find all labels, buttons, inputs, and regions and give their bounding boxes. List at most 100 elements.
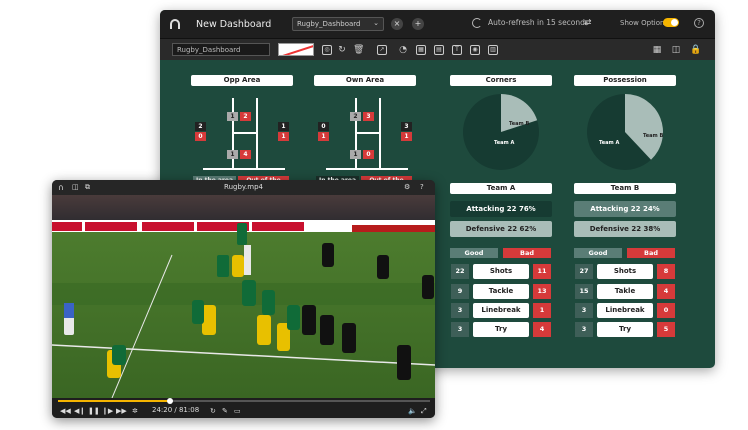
team-b-linebreak-button[interactable]: Linebreak [597, 303, 653, 318]
opp-right-good-count: 1 [278, 122, 289, 131]
video-progress-knob[interactable] [166, 398, 173, 404]
team-a-good-header: Good [450, 248, 498, 258]
team-b-try-bad: 5 [657, 322, 675, 337]
loop-icon[interactable]: ↻ [210, 407, 216, 415]
team-b-tackle-bad: 4 [657, 284, 675, 299]
image-icon[interactable]: ▦ [416, 45, 426, 55]
possession-pie-chart: Team A Team B [587, 94, 663, 170]
refresh-tool-icon[interactable]: ↻ [337, 45, 347, 55]
team-a-linebreak-bad: 1 [533, 303, 551, 318]
team-b-shots-button[interactable]: Shots [597, 264, 653, 279]
team-a-linebreak-button[interactable]: Linebreak [473, 303, 529, 318]
team-b-tackle-button[interactable]: Takle [597, 284, 653, 299]
dashboard-toolbar: Rugby_Dashboard ◎ ↻ 🗑 ↗ ◔ ▦ ▤ T ◉ ▥ ▦ ◫ … [160, 38, 715, 60]
app-logo-icon [170, 19, 180, 29]
team-b-title: Team B [574, 183, 676, 194]
layout-icon[interactable]: ◫ [671, 45, 681, 55]
dashboard-select[interactable]: Rugby_Dashboard ⌄ [292, 17, 384, 31]
share-icon[interactable]: ⇄ [584, 18, 592, 28]
color-picker[interactable] [278, 43, 314, 56]
chevron-down-icon: ⌄ [373, 19, 379, 27]
possession-title: Possession [574, 75, 676, 86]
record-icon[interactable]: ◉ [470, 45, 480, 55]
skip-back-icon[interactable]: ◀◀ [60, 407, 71, 415]
team-a-linebreak-good: 3 [451, 303, 469, 318]
team-a-shots-good: 22 [451, 264, 469, 279]
team-a-defensive: Defensive 22 62% [450, 221, 552, 237]
video-settings-icon[interactable]: ⚙ [404, 183, 410, 191]
auto-refresh-status[interactable]: Auto-refresh in 15 seconds [472, 18, 589, 28]
own-top-left-count: 2 [350, 112, 361, 121]
team-b-linebreak-bad: 0 [657, 303, 675, 318]
team-a-tackle-bad: 13 [533, 284, 551, 299]
caption-icon[interactable]: ▭ [234, 407, 241, 415]
opp-area-title: Opp Area [191, 75, 293, 86]
own-right-bad-count: 1 [401, 132, 412, 141]
fullscreen-icon[interactable]: ⤢ [421, 407, 427, 416]
dashboard-select-value: Rugby_Dashboard [297, 20, 361, 28]
team-b-try-good: 3 [575, 322, 593, 337]
draw-icon[interactable]: ✎ [222, 407, 228, 415]
corners-team-a-label: Team A [494, 140, 514, 146]
goal-crossbar [355, 132, 380, 134]
own-bottom-left-count: 1 [350, 150, 361, 159]
team-a-shots-button[interactable]: Shots [473, 264, 529, 279]
show-options-toggle[interactable] [663, 18, 679, 27]
try-line [326, 168, 408, 170]
lock-icon[interactable]: 🔒 [690, 45, 701, 55]
team-b-try-button[interactable]: Try [597, 322, 653, 337]
goal-crossbar [232, 132, 257, 134]
dashboard-title: New Dashboard [196, 18, 272, 30]
opp-area-panel: 1 2 1 4 2 0 1 1 [189, 98, 295, 176]
dashboard-name-input[interactable]: Rugby_Dashboard [172, 43, 270, 56]
pause-icon[interactable]: ❚❚ [88, 407, 100, 415]
own-area-panel: 2 3 1 0 0 1 3 1 [312, 98, 418, 176]
team-b-bad-header: Bad [627, 248, 675, 258]
add-dashboard-button[interactable]: + [412, 18, 424, 30]
chart-icon[interactable]: ▤ [434, 45, 444, 55]
video-frame[interactable] [52, 195, 435, 398]
video-filename: Rugby.mp4 [224, 183, 263, 191]
opp-bottom-left-count: 1 [227, 150, 238, 159]
try-line [203, 168, 285, 170]
own-left-bad-count: 1 [318, 132, 329, 141]
team-b-defensive: Defensive 22 38% [574, 221, 676, 237]
team-a-tackle-good: 9 [451, 284, 469, 299]
close-dashboard-button[interactable]: × [391, 18, 403, 30]
corners-team-b-label: Team B [509, 121, 529, 127]
team-b-attacking: Attacking 22 24% [574, 201, 676, 217]
video-progress-fill [58, 400, 170, 402]
volume-icon[interactable]: 🔈 [408, 407, 417, 415]
pie-chart-icon[interactable]: ◔ [398, 45, 408, 55]
speed-icon[interactable]: ✲ [132, 407, 138, 415]
export-icon[interactable]: ↗ [377, 45, 387, 55]
help-icon[interactable]: ? [694, 18, 704, 28]
video-titlebar: ∩ ◫ ⧉ Rugby.mp4 ⚙ ? [52, 180, 435, 195]
text-icon[interactable]: T [452, 45, 462, 55]
corners-title: Corners [450, 75, 552, 86]
trash-icon[interactable]: 🗑 [353, 45, 364, 55]
opp-top-right-count: 2 [240, 112, 251, 121]
step-forward-icon[interactable]: ❙▶ [102, 407, 113, 415]
grid-add-icon[interactable]: ▥ [488, 45, 498, 55]
opp-left-bad-count: 0 [195, 132, 206, 141]
possession-team-b-label: Team B [643, 133, 663, 139]
team-a-try-good: 3 [451, 322, 469, 337]
team-a-tackle-button[interactable]: Tackle [473, 284, 529, 299]
team-a-try-bad: 4 [533, 322, 551, 337]
video-help-icon[interactable]: ? [420, 183, 424, 191]
video-progress-bar[interactable] [58, 398, 430, 404]
team-a-try-button[interactable]: Try [473, 322, 529, 337]
skip-forward-icon[interactable]: ▶▶ [116, 407, 127, 415]
opp-left-good-count: 2 [195, 122, 206, 131]
settings-icon[interactable]: ◎ [322, 45, 332, 55]
grid-icon[interactable]: ▦ [652, 45, 662, 55]
team-b-good-header: Good [574, 248, 622, 258]
video-player-window: ∩ ◫ ⧉ Rugby.mp4 ⚙ ? ◀◀ ◀❙ ❚❚ ❙▶ ▶▶ ✲ 24:… [52, 180, 435, 418]
team-a-bad-header: Bad [503, 248, 551, 258]
video-controls: ◀◀ ◀❙ ❚❚ ❙▶ ▶▶ ✲ 24:20 / 81:08 ↻ ✎ ▭ 🔈 ⤢ [52, 398, 435, 418]
step-back-icon[interactable]: ◀❙ [74, 407, 85, 415]
opp-bottom-right-count: 4 [240, 150, 251, 159]
possession-team-a-label: Team A [599, 140, 619, 146]
auto-refresh-text: Auto-refresh in 15 seconds [488, 18, 589, 27]
